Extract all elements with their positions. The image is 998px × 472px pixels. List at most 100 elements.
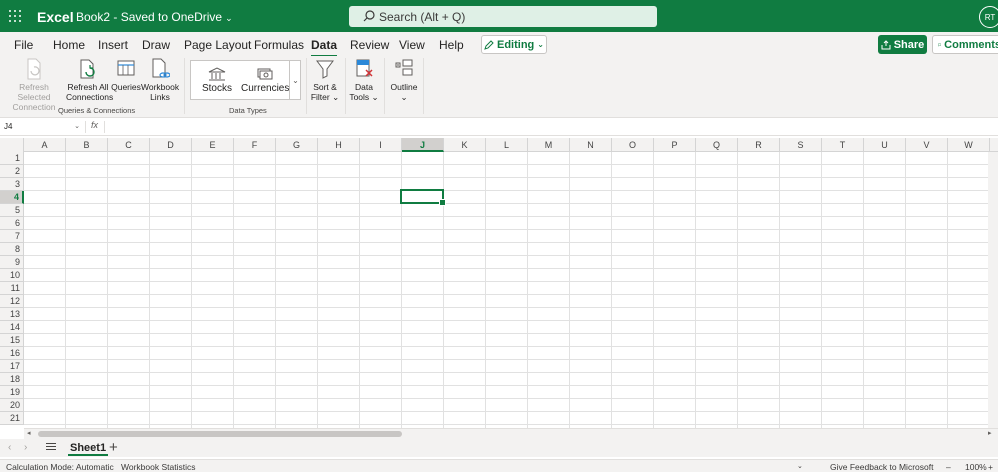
row-header[interactable]: 4 (0, 191, 24, 204)
row-header[interactable]: 12 (0, 295, 24, 308)
currencies-button[interactable]: Currencies (241, 67, 289, 94)
column-header[interactable]: J (402, 138, 444, 152)
outline-button[interactable]: Outline ⌄ (388, 58, 420, 102)
tab-page-layout[interactable]: Page Layout (184, 38, 251, 52)
row-header[interactable]: 9 (0, 256, 24, 269)
zoom-level[interactable]: 100% (965, 462, 987, 472)
selected-cell[interactable] (400, 189, 446, 206)
stocks-button[interactable]: Stocks (201, 67, 233, 94)
tab-review[interactable]: Review (350, 38, 389, 52)
row-header[interactable]: 16 (0, 347, 24, 360)
tab-view[interactable]: View (399, 38, 425, 52)
column-header[interactable]: I (360, 138, 402, 152)
sheet-tab[interactable]: Sheet1 (68, 440, 109, 456)
data-tools-label-2: Tools (349, 92, 370, 102)
row-header[interactable]: 17 (0, 360, 24, 373)
row-header[interactable]: 7 (0, 230, 24, 243)
column-header[interactable]: H (318, 138, 360, 152)
zoom-in-icon[interactable]: + (988, 462, 993, 472)
column-header[interactable]: W (948, 138, 990, 152)
queries-button[interactable]: Queries (111, 58, 141, 92)
row-header[interactable]: 3 (0, 178, 24, 191)
column-header[interactable]: K (444, 138, 486, 152)
column-header[interactable]: Q (696, 138, 738, 152)
tab-home[interactable]: Home (53, 38, 85, 52)
refresh-selected-connection-button[interactable]: Refresh Selected Connection (5, 58, 63, 112)
editing-mode-button[interactable]: Editing ⌄ (481, 35, 547, 54)
all-sheets-menu-icon[interactable] (46, 441, 58, 453)
tab-draw[interactable]: Draw (142, 38, 170, 52)
column-header[interactable]: E (192, 138, 234, 152)
column-header[interactable]: G (276, 138, 318, 152)
chevron-down-icon[interactable]: ⌄ (797, 462, 803, 470)
sort-filter-button[interactable]: Sort & Filter ⌄ (310, 58, 340, 102)
formula-bar: J4 ⌄ fx (0, 118, 998, 136)
app-launcher-icon[interactable] (9, 10, 21, 22)
tab-data[interactable]: Data (311, 38, 338, 57)
column-header[interactable]: F (234, 138, 276, 152)
chevron-down-icon: ⌄ (400, 92, 408, 102)
document-title[interactable]: Book2 - Saved to OneDrive ⌄ (76, 10, 233, 24)
column-header[interactable]: P (654, 138, 696, 152)
row-header[interactable]: 21 (0, 412, 24, 425)
column-header[interactable]: B (66, 138, 108, 152)
column-header[interactable]: S (780, 138, 822, 152)
next-sheet-icon[interactable]: › (24, 442, 27, 453)
row-header[interactable]: 8 (0, 243, 24, 256)
column-header[interactable]: V (906, 138, 948, 152)
column-header[interactable]: C (108, 138, 150, 152)
column-header[interactable]: L (486, 138, 528, 152)
row-header[interactable]: 11 (0, 282, 24, 295)
row-header[interactable]: 2 (0, 165, 24, 178)
comments-button[interactable]: Comments (932, 35, 998, 54)
column-header[interactable]: A (24, 138, 66, 152)
row-header[interactable]: 1 (0, 152, 24, 165)
scroll-right-icon[interactable]: ▸ (988, 429, 992, 439)
row-header[interactable]: 20 (0, 399, 24, 412)
app-name[interactable]: Excel (37, 9, 74, 25)
column-header[interactable]: M (528, 138, 570, 152)
row-header[interactable]: 6 (0, 217, 24, 230)
row-header[interactable]: 10 (0, 269, 24, 282)
row-header[interactable]: 5 (0, 204, 24, 217)
data-types-more-button[interactable]: ⌄ (289, 61, 301, 99)
calculation-mode[interactable]: Calculation Mode: Automatic (6, 462, 114, 472)
horizontal-scrollbar[interactable]: ◂ ▸ (24, 428, 998, 439)
prev-sheet-icon[interactable]: ‹ (8, 442, 11, 453)
row-header[interactable]: 15 (0, 334, 24, 347)
workbook-links-button[interactable]: Workbook Links (141, 58, 179, 102)
share-button[interactable]: Share (878, 35, 927, 54)
vertical-scrollbar[interactable] (988, 152, 998, 428)
scroll-left-icon[interactable]: ◂ (27, 429, 31, 439)
avatar[interactable]: RT (979, 6, 998, 28)
row-header[interactable]: 18 (0, 373, 24, 386)
row-header[interactable]: 14 (0, 321, 24, 334)
refresh-selected-label-2: Connection (12, 102, 56, 112)
title-bar: Excel Book2 - Saved to OneDrive ⌄ Search … (0, 0, 998, 32)
data-tools-button[interactable]: Data Tools ⌄ (349, 58, 379, 102)
tab-help[interactable]: Help (439, 38, 464, 52)
zoom-out-icon[interactable]: – (946, 462, 951, 472)
name-box[interactable]: J4 ⌄ (2, 120, 82, 134)
row-header[interactable]: 19 (0, 386, 24, 399)
tab-insert[interactable]: Insert (98, 38, 128, 52)
horizontal-scroll-thumb[interactable] (38, 431, 402, 437)
insert-function-icon[interactable]: fx (91, 120, 98, 130)
row-header[interactable]: 13 (0, 308, 24, 321)
refresh-all-connections-button[interactable]: Refresh All Connections (66, 58, 113, 102)
column-header[interactable]: O (612, 138, 654, 152)
column-header[interactable]: D (150, 138, 192, 152)
give-feedback-link[interactable]: Give Feedback to Microsoft (830, 462, 933, 472)
search-box[interactable]: Search (Alt + Q) (349, 6, 657, 27)
column-header[interactable]: N (570, 138, 612, 152)
column-header[interactable]: R (738, 138, 780, 152)
workbook-links-label-2: Links (150, 92, 170, 102)
column-header[interactable]: T (822, 138, 864, 152)
tab-file[interactable]: File (14, 38, 33, 52)
add-sheet-icon[interactable]: + (109, 439, 118, 457)
select-all-corner[interactable] (0, 138, 24, 152)
workbook-statistics[interactable]: Workbook Statistics (121, 462, 195, 472)
cells-area[interactable] (24, 152, 998, 428)
column-header[interactable]: U (864, 138, 906, 152)
tab-formulas[interactable]: Formulas (254, 38, 304, 52)
